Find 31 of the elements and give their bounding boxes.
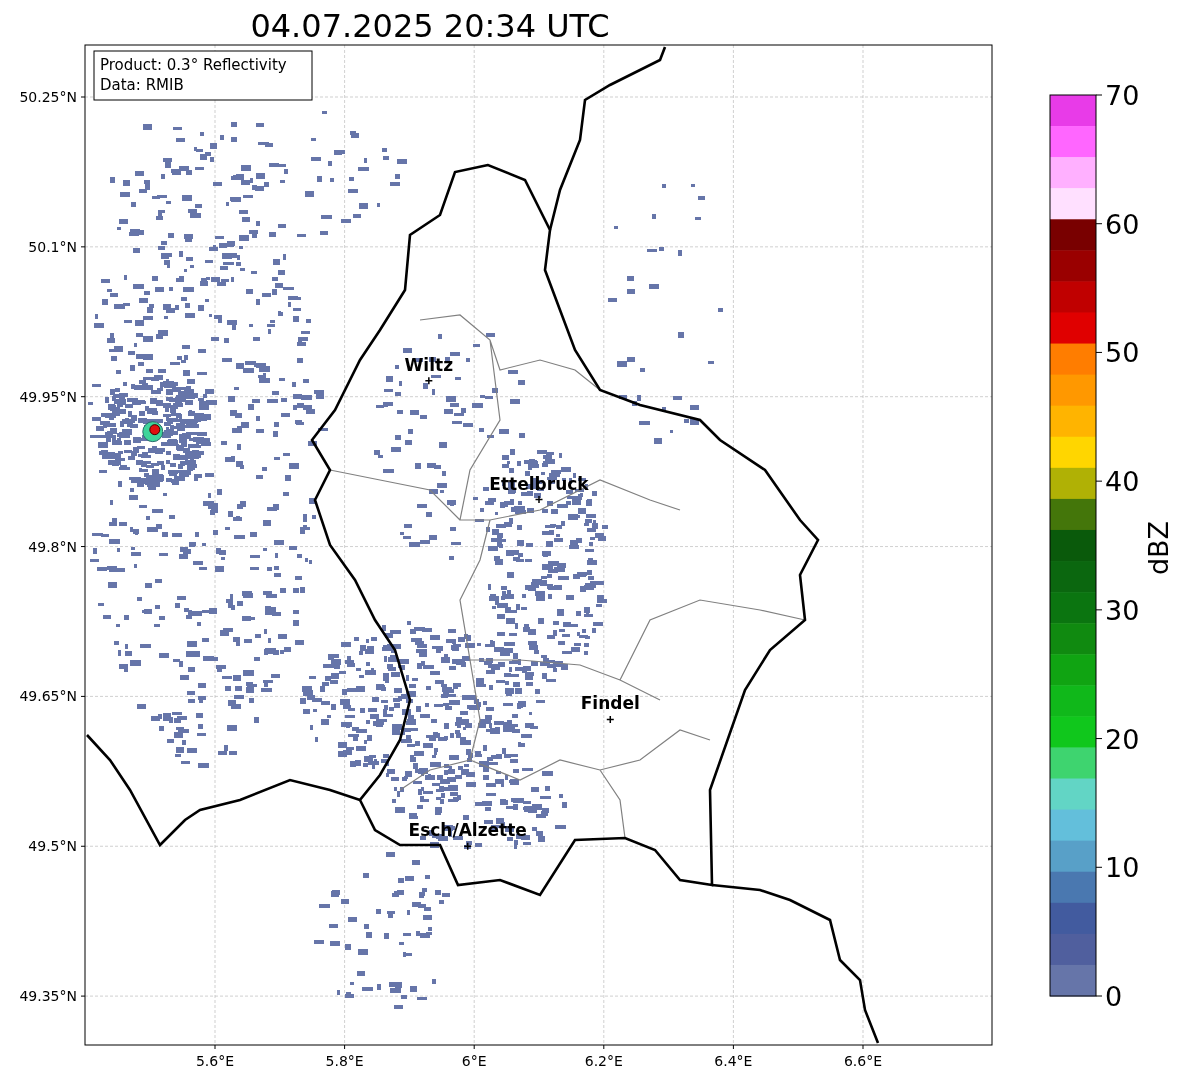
city-marker-icon (606, 715, 615, 724)
colorbar-tick-label: 40 (1105, 466, 1140, 498)
city-label: Findel (580, 693, 640, 714)
colorbar-tick-label: 30 (1105, 594, 1140, 626)
city-marker-icon (424, 376, 434, 385)
colorbar-tick-label: 10 (1105, 852, 1140, 884)
info-text: Data: RMIB (100, 76, 184, 94)
longitude-label: 5.6°E (195, 1053, 235, 1069)
latitude-label: 50.1°N (28, 238, 77, 255)
longitude-label: 5.8°E (325, 1053, 364, 1069)
colorbar-tick-label: 0 (1105, 981, 1123, 1012)
info-text: Product: 0.3° Reflectivity (100, 56, 287, 74)
colorbar-tick-label: 50 (1105, 337, 1140, 369)
colorbar-tick-label: 60 (1105, 208, 1140, 240)
colorbar-tick-label: 70 (1105, 80, 1140, 111)
colorbar-label: dBZ (1143, 520, 1174, 576)
latitude-label: 49.5°N (28, 838, 77, 855)
latitude-label: 49.35°N (19, 988, 77, 1005)
latitude-label: 49.65°N (19, 688, 77, 705)
latitude-label: 49.8°N (28, 538, 77, 555)
city-label: Wiltz (404, 354, 454, 375)
longitude-label: 6.2°E (584, 1053, 623, 1069)
city-marker-icon (463, 842, 472, 851)
colorbar-tick-label: 20 (1105, 723, 1140, 755)
longitude-label: 6.4°E (714, 1053, 753, 1069)
map-title: 04.07.2025 20:34 UTC (250, 7, 610, 45)
longitude-label: 6°E (461, 1053, 487, 1069)
city-marker-icon (534, 495, 544, 504)
longitude-label: 6.6°E (843, 1053, 883, 1069)
latitude-label: 50.25°N (19, 89, 77, 105)
latitude-label: 49.95°N (19, 388, 77, 405)
